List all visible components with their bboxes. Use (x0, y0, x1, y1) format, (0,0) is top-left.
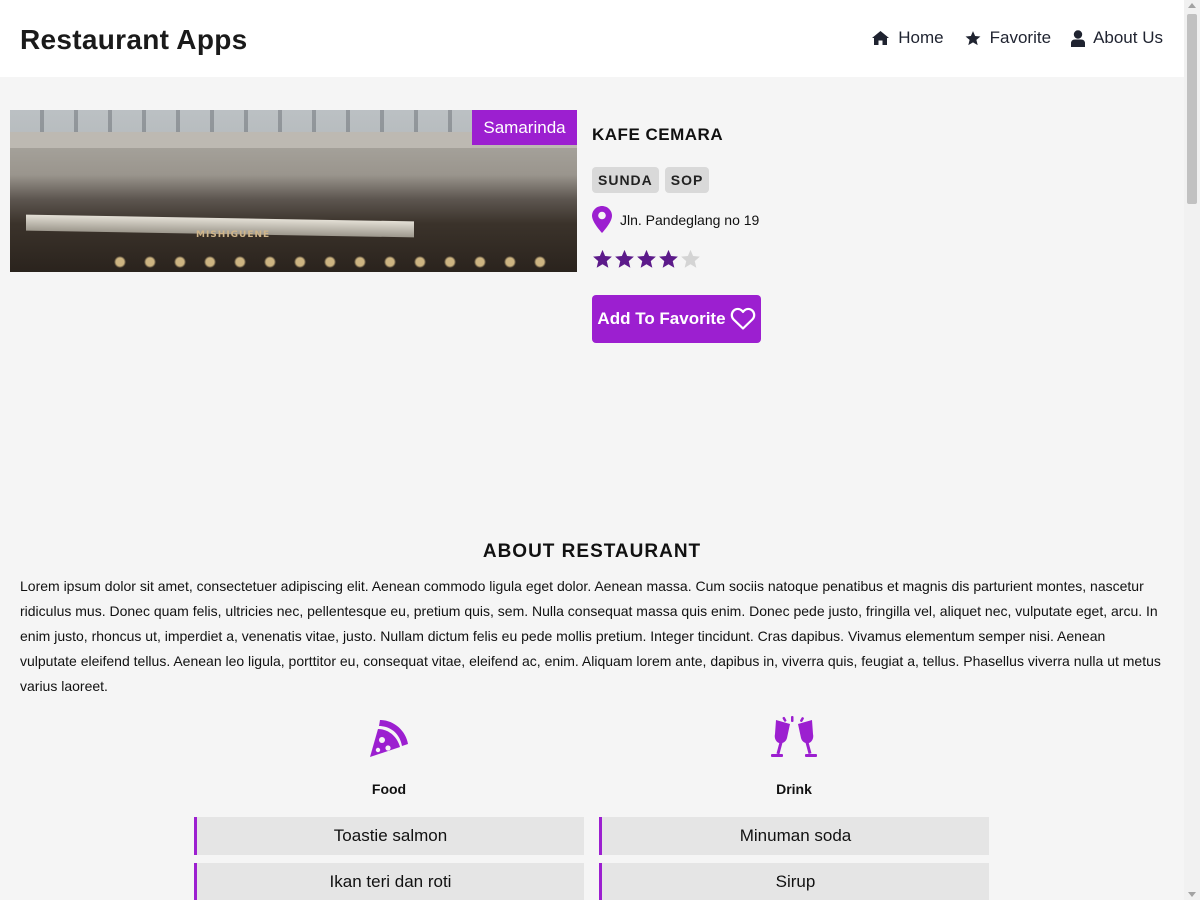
address-row: Jln. Pandeglang no 19 (592, 206, 759, 233)
category-tag: SOP (664, 167, 710, 193)
restaurant-name: KAFE CEMARA (592, 125, 724, 144)
add-to-favorite-button[interactable]: Add To Favorite (592, 295, 761, 343)
star-filled-icon (615, 249, 634, 268)
glasses-cheers-icon (771, 716, 817, 757)
heart-icon (730, 307, 755, 330)
star-filled-icon (593, 249, 612, 268)
home-icon (872, 31, 890, 45)
address-text: Jln. Pandeglang no 19 (620, 211, 760, 228)
nav-about[interactable]: About Us (1071, 28, 1163, 48)
scroll-up-arrow-icon[interactable] (1188, 3, 1196, 8)
drink-item: Minuman soda (599, 817, 989, 855)
food-menu: Food Toastie salmon Ikan teri dan roti (194, 716, 584, 900)
category-tag: SUNDA (592, 167, 659, 193)
star-icon (965, 30, 981, 45)
storefront-sign-picture: MISHIGUENE (196, 230, 271, 240)
add-to-favorite-label: Add To Favorite (597, 309, 726, 328)
food-heading: Food (371, 781, 407, 797)
star-filled-icon (637, 249, 656, 268)
category-tags: SUNDA SOP (592, 167, 710, 193)
app-header: Restaurant Apps Home Favorite About Us (0, 0, 1184, 77)
food-item: Ikan teri dan roti (194, 863, 584, 900)
about-title: ABOUT RESTAURANT (482, 541, 702, 562)
app-title: Restaurant Apps (20, 24, 248, 55)
map-marker-icon (592, 206, 612, 233)
rating-stars (592, 249, 701, 269)
nav-about-label: About Us (1093, 28, 1163, 47)
city-badge: Samarinda (472, 110, 577, 145)
scroll-thumb[interactable] (1187, 14, 1197, 204)
drink-heading: Drink (776, 781, 812, 797)
about-description: Lorem ipsum dolor sit amet, consectetuer… (20, 578, 1161, 694)
nav-home[interactable]: Home (871, 28, 944, 48)
nav-favorite-label: Favorite (989, 28, 1052, 47)
nav-favorite[interactable]: Favorite (964, 28, 1051, 48)
star-filled-icon (659, 249, 678, 268)
scroll-down-arrow-icon[interactable] (1188, 892, 1196, 897)
drink-menu: Drink Minuman soda Sirup (599, 716, 989, 900)
user-icon (1071, 29, 1086, 47)
main-nav: Home Favorite About Us (871, 28, 1163, 48)
drink-item: Sirup (599, 863, 989, 900)
nav-home-label: Home (898, 28, 944, 47)
pizza-icon (370, 720, 408, 757)
food-item: Toastie salmon (194, 817, 584, 855)
star-empty-icon (681, 249, 700, 268)
page-scrollbar[interactable] (1184, 0, 1200, 900)
